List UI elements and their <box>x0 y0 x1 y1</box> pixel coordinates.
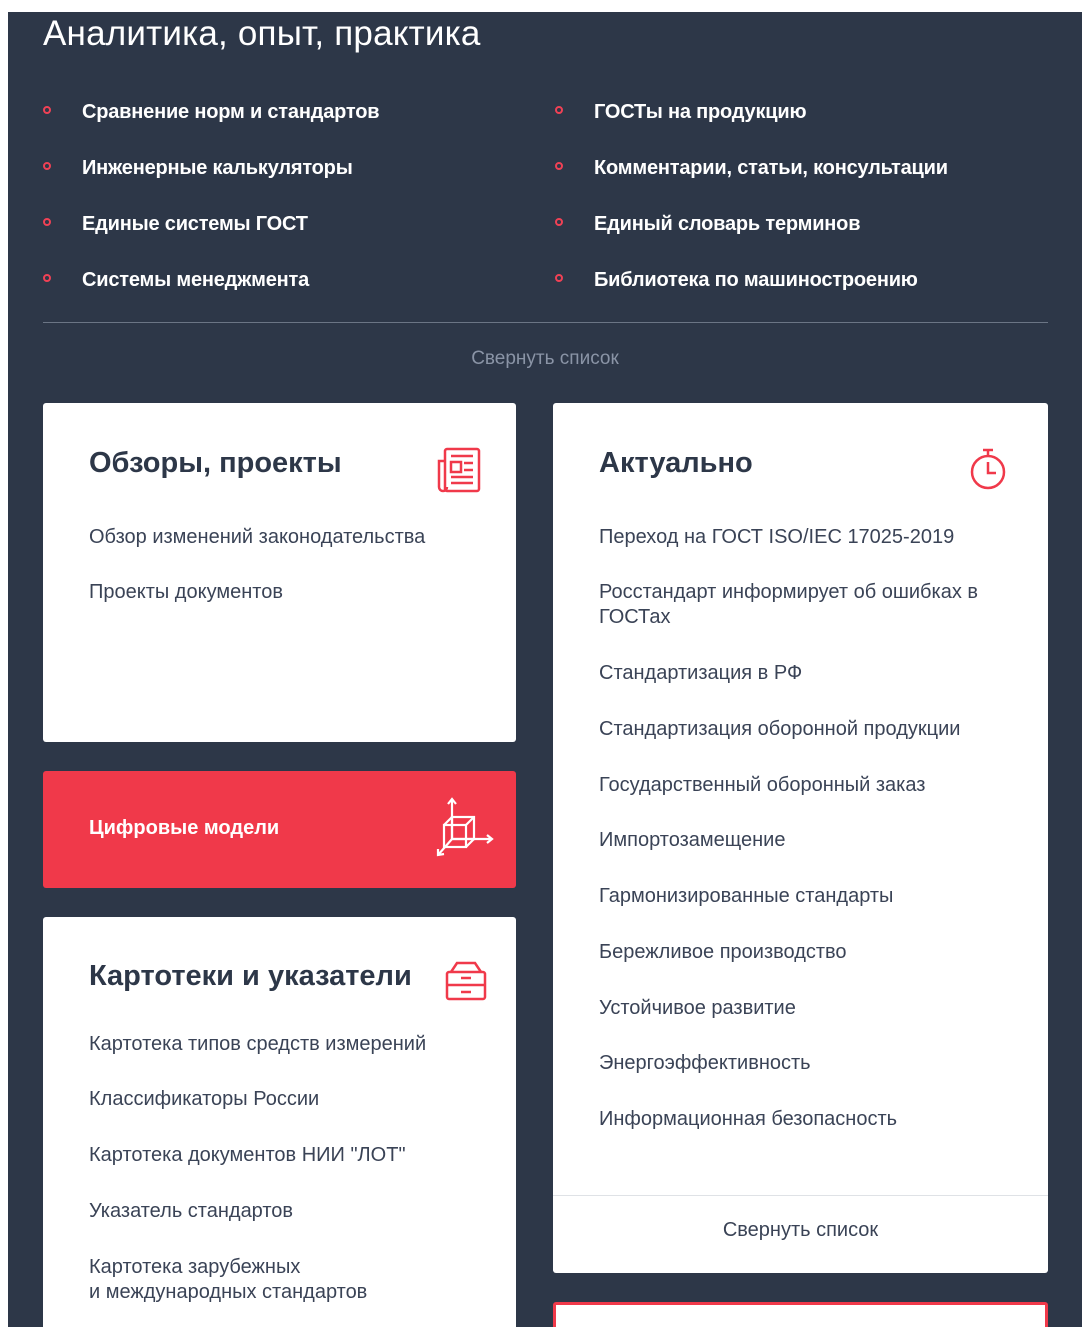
collapse-list-button[interactable]: Свернуть список <box>553 1219 1048 1242</box>
links-column-right: ГОСТы на продукцию Комментарии, статьи, … <box>555 102 1035 336</box>
bullet-icon <box>555 274 563 282</box>
actual-link-rosstandart-errors-line2[interactable]: ГОСТах <box>599 605 670 630</box>
reviews-title: Обзоры, проекты <box>89 447 342 479</box>
links-column-left: Сравнение норм и стандартов Инженерные к… <box>43 102 523 336</box>
reviews-link-draft-documents[interactable]: Проекты документов <box>89 580 283 605</box>
actual-title: Актуально <box>599 447 753 479</box>
actual-link-import-substitution[interactable]: Импортозамещение <box>599 828 785 853</box>
analytics-panel: Аналитика, опыт, практика Сравнение норм… <box>8 12 1082 1327</box>
digital-models-button[interactable]: Цифровые модели <box>43 771 516 888</box>
catalog-link-classifiers[interactable]: Классификаторы России <box>89 1087 319 1112</box>
catalog-link-standards-index[interactable]: Указатель стандартов <box>89 1199 293 1224</box>
actual-link-rosstandart-errors[interactable]: Росстандарт информирует об ошибках в <box>599 580 978 605</box>
stopwatch-icon <box>970 448 1006 490</box>
collapse-list-link[interactable]: Свернуть список <box>8 348 1082 370</box>
actual-link-state-defense-order[interactable]: Государственный оборонный заказ <box>599 773 925 798</box>
3d-cube-icon <box>436 797 494 857</box>
catalog-link-measuring-instruments[interactable]: Картотека типов средств измерений <box>89 1032 426 1057</box>
nav-link-management-systems[interactable]: Системы менеджмента <box>43 270 523 336</box>
bullet-icon <box>43 162 51 170</box>
nav-link-engineering-library[interactable]: Библиотека по машиностроению <box>555 270 1035 336</box>
bullet-icon <box>555 106 563 114</box>
catalogs-card: Картотеки и указатели Картотека типов ср… <box>43 917 516 1327</box>
catalog-link-foreign-standards-line2[interactable]: и международных стандартов <box>89 1280 367 1305</box>
digital-models-label[interactable]: Цифровые модели <box>89 817 279 840</box>
page-title: Аналитика, опыт, практика <box>43 14 481 53</box>
actual-link-standardization-rf[interactable]: Стандартизация в РФ <box>599 661 802 686</box>
reviews-card: Обзоры, проекты Обзор изменений законода… <box>43 403 516 742</box>
bullet-icon <box>43 218 51 226</box>
actual-link-sustainable-development[interactable]: Устойчивое развитие <box>599 996 796 1021</box>
bullet-icon <box>43 106 51 114</box>
archive-box-icon <box>445 961 487 1001</box>
actual-link-harmonized-standards[interactable]: Гармонизированные стандарты <box>599 884 893 909</box>
divider <box>43 322 1048 323</box>
actual-link-information-security[interactable]: Информационная безопасность <box>599 1107 897 1132</box>
actual-link-defense-standardization[interactable]: Стандартизация оборонной продукции <box>599 717 960 742</box>
newspaper-icon <box>437 447 481 493</box>
next-card-partial <box>553 1302 1048 1327</box>
actual-card: Актуально Переход на ГОСТ ISO/IEC 17025-… <box>553 403 1048 1273</box>
bullet-icon <box>555 218 563 226</box>
catalogs-title: Картотеки и указатели <box>89 960 412 992</box>
catalog-link-lot-documents[interactable]: Картотека документов НИИ "ЛОТ" <box>89 1143 406 1168</box>
bullet-icon <box>555 162 563 170</box>
catalog-link-foreign-standards[interactable]: Картотека зарубежных <box>89 1255 300 1280</box>
actual-link-lean-production[interactable]: Бережливое производство <box>599 940 847 965</box>
reviews-link-legislation[interactable]: Обзор изменений законодательства <box>89 525 425 550</box>
actual-card-footer: Свернуть список <box>553 1195 1048 1273</box>
actual-link-energy-efficiency[interactable]: Энергоэффективность <box>599 1051 811 1076</box>
bullet-icon <box>43 274 51 282</box>
actual-link-iso-17025[interactable]: Переход на ГОСТ ISO/IEC 17025-2019 <box>599 525 954 550</box>
